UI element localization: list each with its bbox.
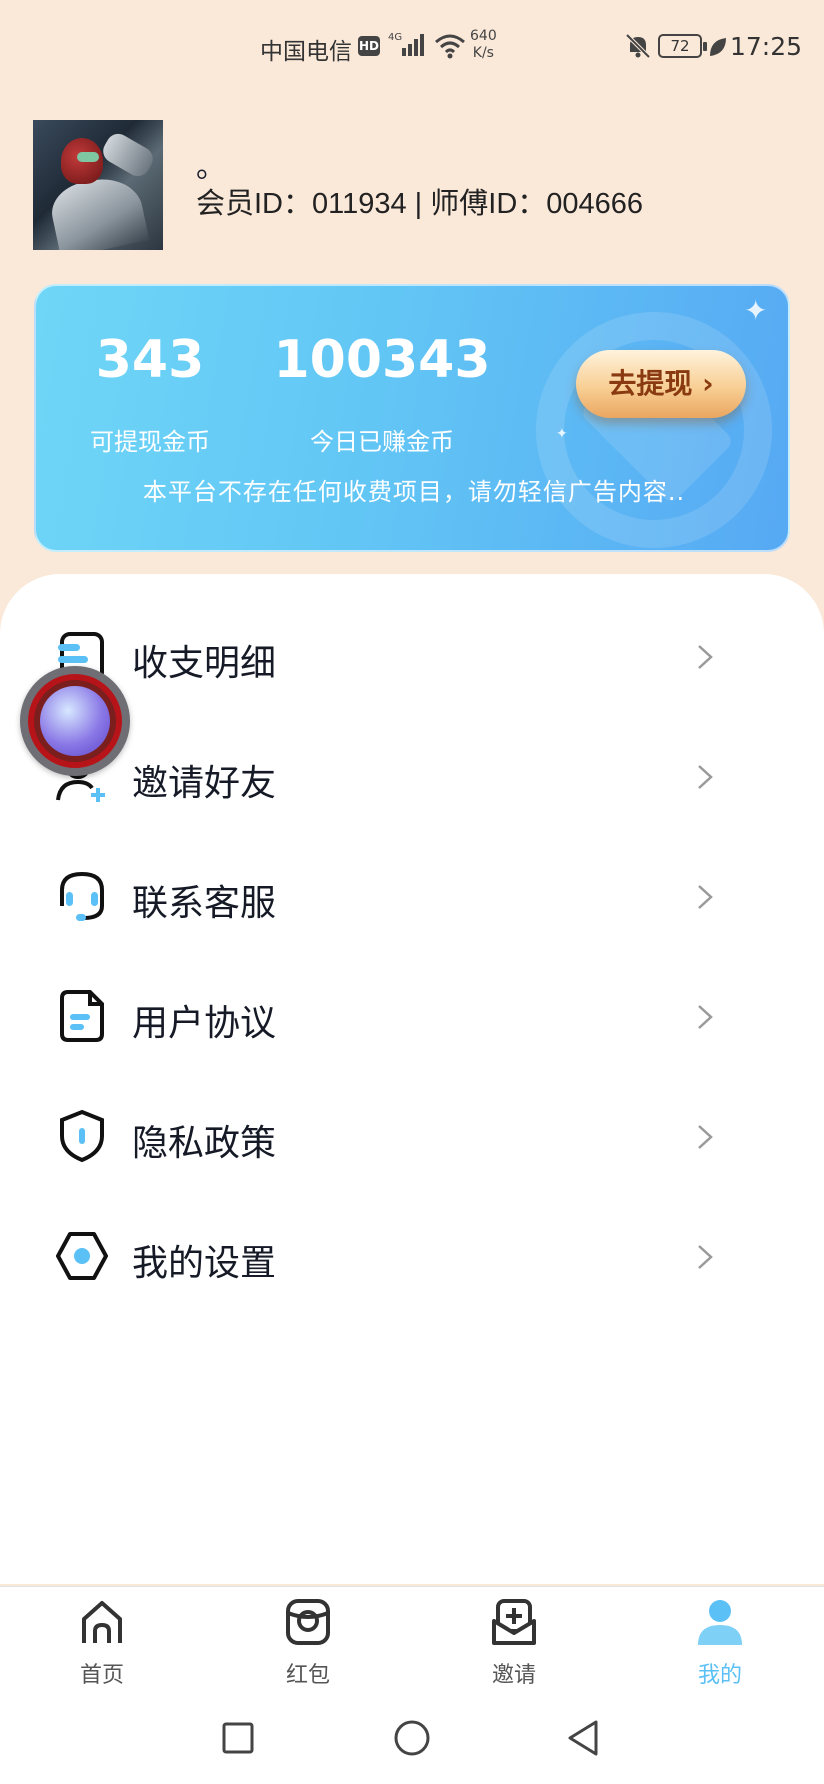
chevron-right-icon [698, 1005, 713, 1029]
sparkle-icon: ✦ [556, 426, 568, 442]
settings-hexagon-icon [56, 1232, 108, 1280]
nav-label: 邀请 [491, 1663, 536, 1688]
recent-apps-icon[interactable] [216, 1716, 260, 1760]
gift-box-icon [40, 686, 110, 756]
chevron-right-icon [698, 1125, 713, 1149]
invite-icon [492, 1599, 536, 1645]
nav-label: 首页 [79, 1663, 124, 1688]
member-ids: 会员ID：011934 | 师傅ID：004666 [196, 188, 644, 220]
bottom-nav: 首页 红包 邀请 我的 [0, 1586, 824, 1696]
sparkle-icon: ✦ [744, 294, 768, 327]
balance-card: ✦ ✦ 343 可提现金币 100343 今日已赚金币 去提现 › 本平台不存在… [34, 284, 790, 552]
avatar-figure-arm [98, 129, 158, 181]
headset-icon [60, 871, 104, 921]
red-packet-icon [286, 1599, 330, 1645]
today-coins-label: 今日已赚金币 [310, 428, 454, 456]
chevron-right-icon [698, 645, 713, 669]
anti-fraud-notice: 本平台不存在任何收费项目，请勿轻信广告内容.. [142, 478, 686, 506]
menu-item-privacy-policy[interactable]: 隐私政策 [0, 1078, 824, 1198]
nav-label: 红包 [285, 1663, 330, 1688]
today-coins-value: 100343 [273, 330, 491, 390]
network-type-label: 4G [388, 32, 402, 43]
carrier-label: 中国电信 [260, 39, 352, 65]
menu-item-user-agreement[interactable]: 用户协议 [0, 958, 824, 1078]
menu-item-label: 用户协议 [132, 1003, 277, 1044]
home-circle-icon[interactable] [390, 1716, 434, 1760]
battery-indicator: 72 [658, 34, 707, 58]
avatar-figure-body [46, 171, 150, 250]
floating-gift-button[interactable] [20, 666, 130, 776]
clock: 17:25 [730, 32, 803, 61]
signal-icon: 4G [388, 32, 424, 56]
menu-item-label: 收支明细 [132, 643, 277, 684]
home-icon [82, 1601, 122, 1643]
status-bar: 中国电信 HD 4G 640 K/s 72 17:25 [0, 0, 824, 92]
system-nav-bar [0, 1696, 824, 1784]
nav-invite[interactable]: 邀请 [454, 1587, 574, 1697]
nav-home[interactable]: 首页 [42, 1587, 162, 1697]
document-icon [60, 990, 104, 1042]
hd-badge: HD [358, 36, 380, 56]
shield-icon [60, 1109, 104, 1163]
menu-item-label: 联系客服 [132, 883, 277, 924]
network-speed: 640 K/s [470, 28, 497, 62]
withdrawable-coins-label: 可提现金币 [90, 428, 210, 456]
withdrawable-coins-value: 343 [95, 330, 205, 390]
profile-icon [698, 1600, 742, 1645]
menu-item-my-settings[interactable]: 我的设置 [0, 1198, 824, 1318]
avatar-figure-eye [77, 152, 99, 162]
nav-label-active: 我的 [697, 1663, 742, 1688]
back-triangle-icon[interactable] [562, 1716, 606, 1760]
menu-item-label: 隐私政策 [132, 1123, 277, 1164]
menu-item-label: 邀请好友 [132, 763, 277, 804]
menu-item-contact-support[interactable]: 联系客服 [0, 838, 824, 958]
chevron-right-icon [698, 885, 713, 909]
nav-red-packet[interactable]: 红包 [248, 1587, 368, 1697]
nav-profile[interactable]: 我的 [660, 1587, 780, 1697]
avatar[interactable] [33, 120, 163, 250]
speed-unit: K/s [472, 45, 494, 61]
chevron-right-icon [698, 1245, 713, 1269]
menu-item-label: 我的设置 [132, 1243, 277, 1284]
speed-value: 640 [470, 28, 497, 44]
bell-muted-icon [625, 33, 651, 59]
withdraw-button[interactable]: 去提现 › [576, 350, 746, 418]
wifi-icon [435, 34, 465, 59]
chevron-right-icon [698, 765, 713, 789]
leaf-icon [710, 38, 726, 56]
